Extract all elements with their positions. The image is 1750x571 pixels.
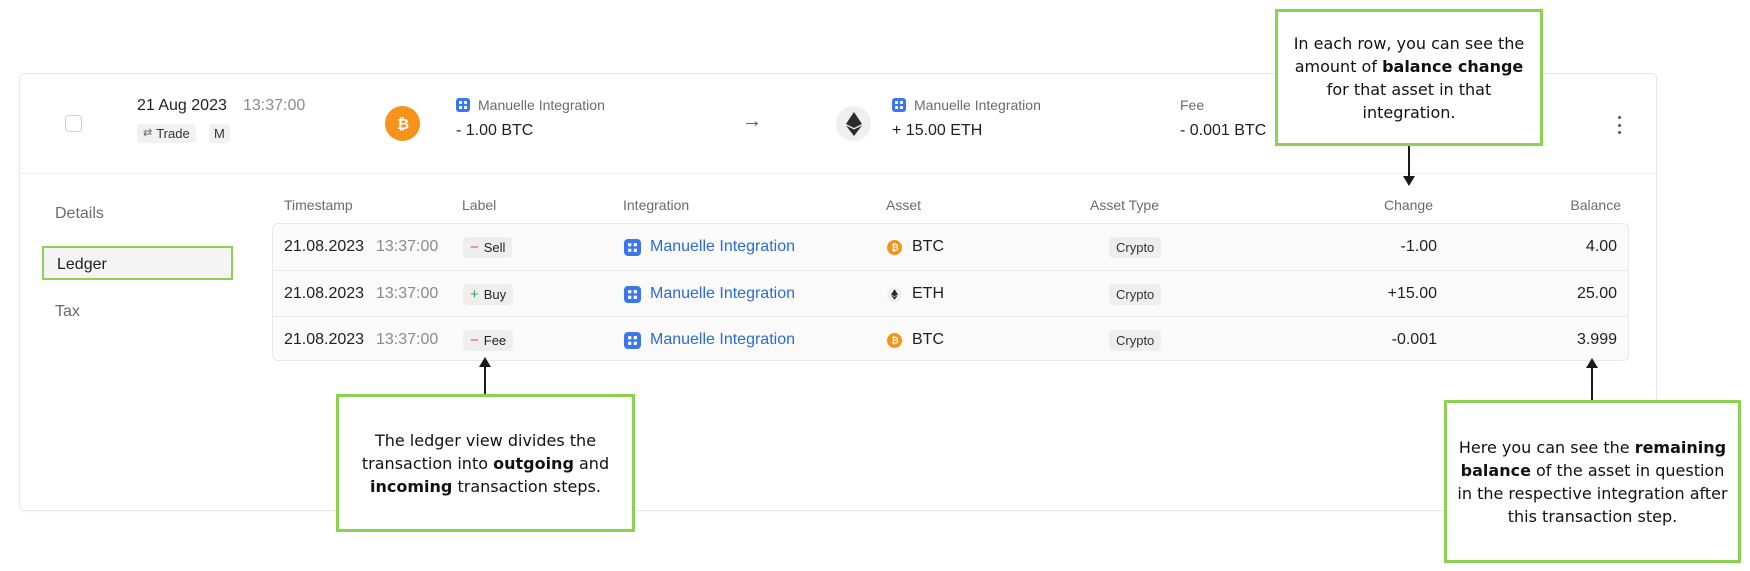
row-integration[interactable]: Manuelle Integration [624,224,795,270]
label-badge: + Buy [463,283,514,305]
incoming-integration-name: Manuelle Integration [914,97,1041,113]
integration-icon [456,98,470,112]
callout-ledger-steps: The ledger view divides the transaction … [336,394,635,532]
asset-type-badge: Crypto [1109,236,1162,258]
row-change: -0.001 [1391,331,1437,348]
row-change: +15.00 [1387,285,1437,302]
label-text: Sell [483,239,506,255]
minus-icon: − [470,331,479,349]
fee-value: - 0.001 BTC [1180,122,1267,139]
integration-icon [892,98,906,112]
svg-text:₿: ₿ [891,336,898,346]
arrow-down-icon [1403,176,1415,186]
row-time: 13:37:00 [376,331,439,348]
asset-type-badge: Crypto [1109,283,1162,305]
outgoing-integration: Manuelle Integration [456,97,605,113]
row-label: − Sell [463,224,513,270]
row-asset-type: Crypto [1109,317,1162,363]
integration-link[interactable]: Manuelle Integration [650,285,795,303]
integration-icon [624,331,641,349]
asset-type-badge: Crypto [1109,329,1162,351]
column-header-change: Change [1383,197,1433,213]
trade-type-label: Trade [156,126,190,141]
callout-connector [1408,146,1410,176]
tab-details[interactable]: Details [55,205,104,223]
swap-icon: ⇄ [143,127,153,139]
bitcoin-icon: ₿ [887,332,902,348]
row-integration[interactable]: Manuelle Integration [624,271,795,317]
minus-icon: − [470,238,479,256]
callout-text: In each row, you can see the amount of b… [1293,33,1525,122]
ledger-table: 21.08.2023 13:37:00 − Sell Manuelle Inte… [272,223,1629,361]
row-label: + Buy [463,271,514,317]
column-header-asset-type: Asset Type [1090,197,1160,213]
row-integration[interactable]: Manuelle Integration [624,317,795,363]
incoming-integration: Manuelle Integration [892,97,1041,113]
asset-symbol: BTC [912,331,944,348]
column-header-balance: Balance [1570,197,1621,213]
row-date: 21.08.2023 [284,285,365,302]
column-header-timestamp: Timestamp [284,197,353,213]
callout-remaining-balance: Here you can see the remaining balance o… [1444,400,1741,563]
ethereum-icon [887,286,902,302]
label-text: Fee [483,332,507,348]
row-date: 21.08.2023 [284,238,365,255]
svg-text:₿: ₿ [891,243,898,253]
row-change: -1.00 [1400,238,1437,255]
row-balance: 25.00 [1576,285,1617,302]
row-asset-type: Crypto [1109,271,1162,317]
column-header-label: Label [462,197,497,213]
row-asset: ETH [887,271,944,317]
callout-text: The ledger view divides the transaction … [361,430,610,496]
label-text: Buy [483,286,507,302]
integration-icon [624,285,641,303]
table-row: 21.08.2023 13:37:00 − Sell Manuelle Inte… [273,224,1628,270]
arrow-up-icon [1586,358,1598,368]
label-badge: − Sell [463,236,513,258]
callout-connector [484,366,486,394]
table-row: 21.08.2023 13:37:00 + Buy Manuelle Integ… [273,270,1628,316]
table-row: 21.08.2023 13:37:00 − Fee Manuelle Integ… [273,316,1628,362]
transaction-date: 21 Aug 2023 [137,97,227,114]
callout-connector [1591,367,1593,400]
plus-icon: + [470,285,479,303]
row-time: 13:37:00 [376,285,439,302]
asset-symbol: BTC [912,238,944,255]
arrow-up-icon [479,357,491,367]
trade-type-badge: ⇄ Trade [137,124,196,143]
row-asset: ₿ BTC [887,317,944,363]
column-header-integration: Integration [623,197,690,213]
arrow-right-icon: → [742,110,762,132]
integration-icon [624,238,641,256]
select-checkbox[interactable] [65,115,82,132]
ethereum-icon [836,106,871,141]
svg-text:₿: ₿ [396,115,408,133]
row-asset-type: Crypto [1109,224,1162,270]
bitcoin-icon: ₿ [385,106,420,141]
callout-text: Here you can see the remaining balance o… [1457,437,1728,526]
row-time: 13:37:00 [376,238,439,255]
row-balance: 4.00 [1585,238,1617,255]
asset-symbol: ETH [912,285,944,302]
more-options-icon[interactable] [1612,114,1626,136]
row-balance: 3.999 [1576,331,1617,348]
bitcoin-icon: ₿ [887,239,902,255]
outgoing-amount: - 1.00 BTC [456,122,534,139]
transaction-time: 13:37:00 [243,97,306,114]
column-header-asset: Asset [886,197,922,213]
label-badge: − Fee [463,329,514,351]
integration-link[interactable]: Manuelle Integration [650,238,795,256]
row-asset: ₿ BTC [887,224,944,270]
callout-balance-change: In each row, you can see the amount of b… [1275,9,1543,146]
incoming-amount: + 15.00 ETH [892,122,983,139]
integration-link[interactable]: Manuelle Integration [650,331,795,349]
row-date: 21.08.2023 [284,331,365,348]
fee-label: Fee [1180,97,1205,113]
outgoing-integration-name: Manuelle Integration [478,97,605,113]
tab-tax[interactable]: Tax [55,303,80,321]
tab-ledger[interactable]: Ledger [42,246,233,280]
manual-badge: M [209,124,230,143]
